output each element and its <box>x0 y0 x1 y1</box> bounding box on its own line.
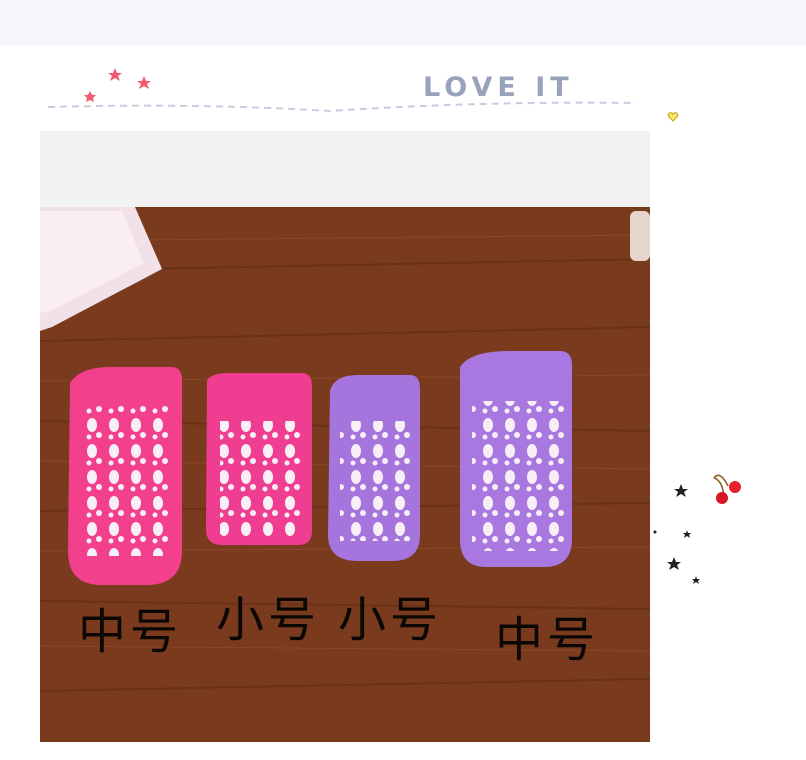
size-label-2: 小号 <box>216 592 321 648</box>
size-label-4: 中号 <box>495 612 600 668</box>
size-label-3: 小号 <box>338 592 443 648</box>
pink-star-icons <box>84 68 151 102</box>
sock-4 <box>460 351 572 567</box>
size-label-1: 中号 <box>78 604 183 660</box>
cherry-icon <box>713 474 741 504</box>
top-banner-band <box>0 0 806 45</box>
banner-decoration <box>47 68 637 113</box>
sock-2 <box>206 373 312 545</box>
sock-1 <box>68 367 182 585</box>
sock-3 <box>328 375 420 561</box>
love-it-heading: LOVE IT <box>423 72 574 103</box>
cherry-star-decoration <box>653 474 741 584</box>
heart-icon <box>667 112 679 122</box>
